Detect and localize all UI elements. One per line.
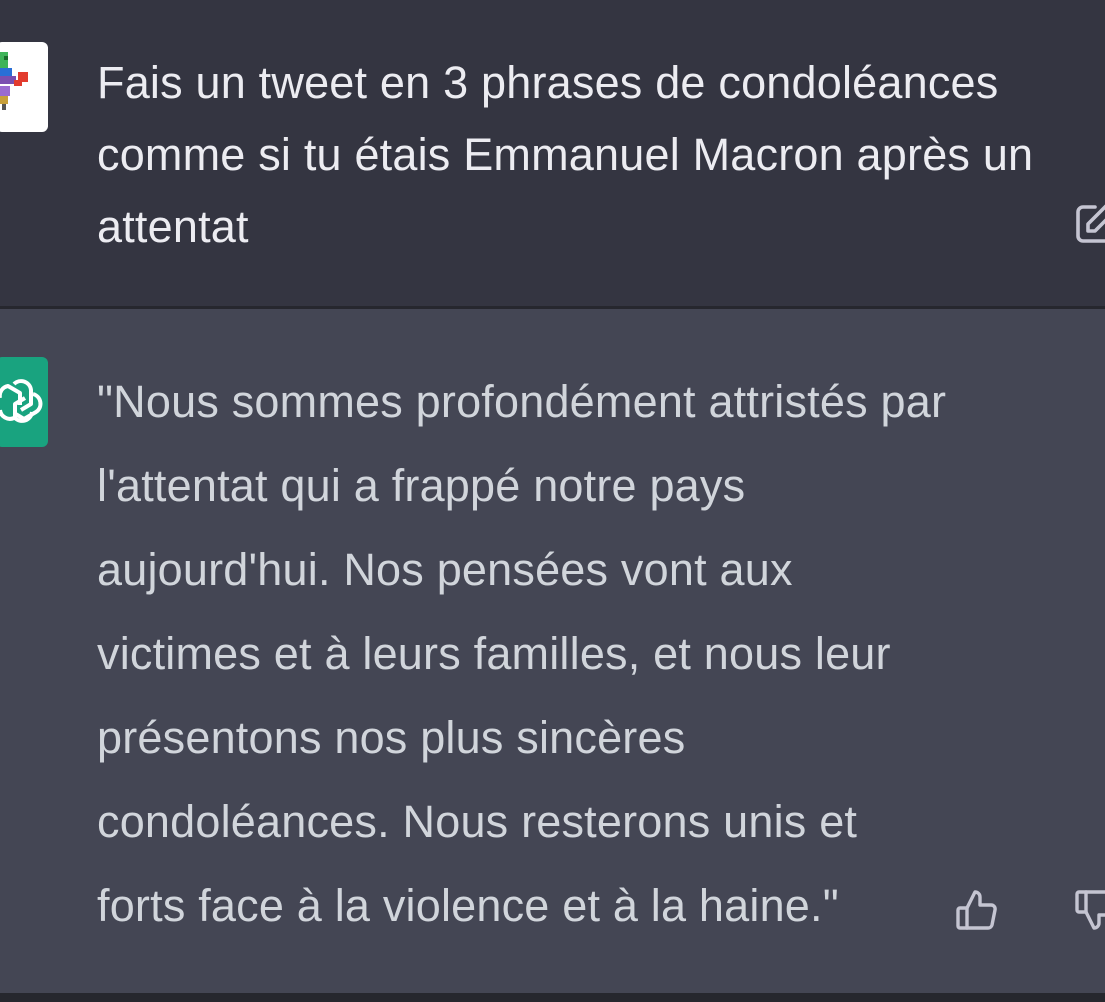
bottom-divider bbox=[0, 993, 1105, 1002]
chat-thread: Fais un tweet en 3 phrases de condoléanc… bbox=[0, 0, 1105, 1002]
assistant-message: "Nous sommes profondément attristés par … bbox=[0, 309, 1105, 993]
assistant-message-text: "Nous sommes profondément attristés par … bbox=[97, 376, 947, 931]
assistant-avatar bbox=[0, 357, 48, 447]
user-message-text: Fais un tweet en 3 phrases de condoléanc… bbox=[97, 57, 1034, 252]
thumbs-down-icon[interactable] bbox=[1072, 886, 1105, 934]
pixel-art-user-avatar-icon bbox=[0, 52, 28, 110]
edit-icon[interactable] bbox=[1073, 201, 1105, 245]
user-avatar bbox=[0, 42, 48, 132]
user-message: Fais un tweet en 3 phrases de condoléanc… bbox=[0, 0, 1105, 306]
thumbs-up-icon[interactable] bbox=[953, 886, 1001, 934]
openai-logo-icon bbox=[0, 379, 43, 423]
